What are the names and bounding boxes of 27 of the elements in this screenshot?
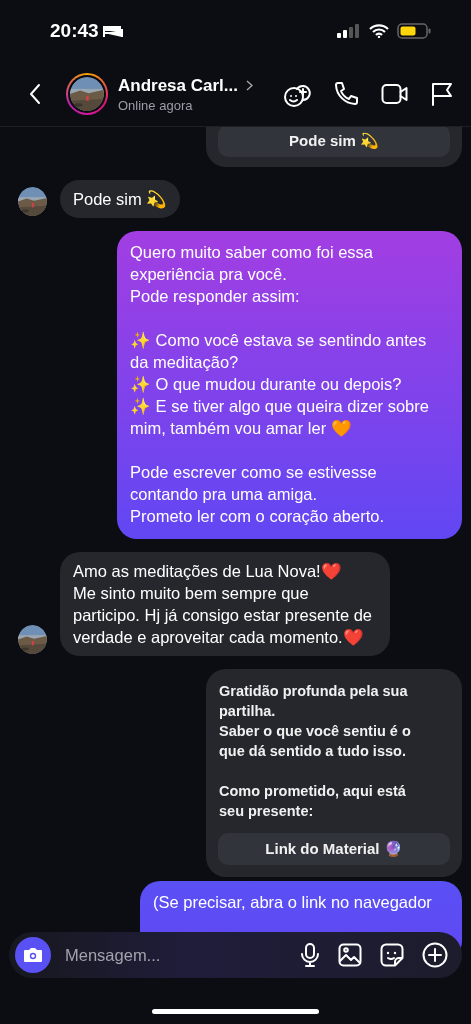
camera-icon xyxy=(23,947,43,963)
bed-icon xyxy=(102,24,123,38)
signal-icon xyxy=(337,24,361,38)
back-icon[interactable] xyxy=(28,83,42,105)
online-status: Online agora xyxy=(118,97,194,113)
message-bubble: Amo as meditações de Lua Nova!❤ Me sinto muito bem sempre que participo. Hj já consigo estar presente de verdade e aproveitar cada momento.❤ xyxy=(60,552,390,656)
avatar[interactable] xyxy=(70,77,104,111)
camera-button[interactable] xyxy=(15,937,51,973)
add-icon[interactable] xyxy=(422,942,448,968)
reply-button[interactable]: Pode sim 💫 xyxy=(218,127,450,157)
phone-icon[interactable] xyxy=(333,81,359,107)
battery-icon xyxy=(397,23,431,39)
flag-icon[interactable] xyxy=(431,82,453,106)
wifi-icon xyxy=(369,24,389,38)
message-text: Gratidão profunda pela sua partilha. Saber o que você sentiu é o que dá sentido a tudo isso. Como prometido, aqui está seu presente: xyxy=(218,682,412,821)
chevron-icon[interactable] xyxy=(246,80,253,91)
avatar[interactable] xyxy=(18,625,47,654)
image-icon[interactable] xyxy=(338,943,362,967)
contact-name[interactable]: Andresa Carl... xyxy=(118,75,238,96)
avatar[interactable] xyxy=(18,187,47,216)
video-camera-icon[interactable] xyxy=(381,83,409,105)
microphone-icon[interactable] xyxy=(300,943,320,967)
clock-time: 20:43 xyxy=(50,20,99,42)
reply-button[interactable]: Link do Material 🔮 xyxy=(218,833,450,865)
message-bubble: Pode sim 💫 xyxy=(60,180,181,218)
sticker-icon[interactable] xyxy=(380,943,404,967)
message-bubble: Quero muito saber como foi essa experiência pra você. Pode responder assim: ✨ Como você estava se sentindo antes da meditação? ✨ O que mudou durante ou depois? ✨ E se tiver algo que queira dizer sobre mim, também vou amar ler 🧡 Pode escrever como se estivesse contando pra uma amiga. Prometo ler com o coração aberto. xyxy=(117,231,462,539)
